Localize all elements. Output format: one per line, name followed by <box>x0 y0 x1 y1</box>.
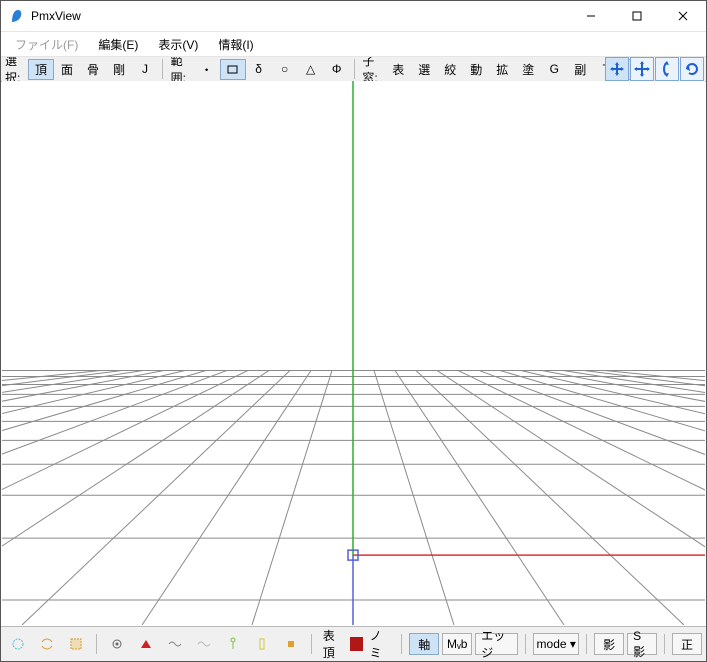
shadow-button[interactable]: 影 <box>594 633 624 655</box>
minimize-button[interactable] <box>568 1 614 31</box>
sel-joint-button[interactable]: J <box>132 59 158 80</box>
cw-paint-button[interactable]: 塗 <box>515 59 541 80</box>
range-rect-button[interactable] <box>220 59 246 80</box>
edge-button[interactable]: エッジ <box>475 633 518 655</box>
disp-3-icon[interactable] <box>63 633 89 655</box>
disp-2-icon[interactable] <box>34 633 60 655</box>
disp-bone-icon[interactable] <box>220 633 246 655</box>
range-label: 範囲: <box>167 57 194 82</box>
cw-select-button[interactable]: 選 <box>411 59 437 80</box>
menu-file[interactable]: ファイル(F) <box>5 33 88 56</box>
disp-wave2-icon[interactable] <box>191 633 217 655</box>
view-zoom-button[interactable] <box>655 57 679 81</box>
sel-face-button[interactable]: 面 <box>54 59 80 80</box>
separator <box>664 634 665 654</box>
axis-button[interactable]: 軸 <box>409 633 439 655</box>
separator <box>354 59 355 79</box>
select-label: 選択: <box>1 57 28 82</box>
disp-1-icon[interactable] <box>5 633 31 655</box>
range-delta-button[interactable]: δ <box>246 59 272 80</box>
sel-rigid-button[interactable]: 剛 <box>106 59 132 80</box>
cw-scale-button[interactable]: 拡 <box>489 59 515 80</box>
menu-info[interactable]: 情報(I) <box>208 33 263 56</box>
range-circle-button[interactable]: ○ <box>272 59 298 80</box>
childwin-label: 子窓: <box>358 57 385 82</box>
toolbar: 選択: 頂 面 骨 剛 J 範囲: ・ δ ○ △ Φ 子窓: 表 選 絞 動 … <box>1 57 706 82</box>
window-title: PmxView <box>31 9 81 23</box>
sel-bone-button[interactable]: 骨 <box>80 59 106 80</box>
bottom-toolbar: 表頂 ノミ 軸 Mᵥb エッジ mode ▾ 影 S影 正 <box>1 626 706 661</box>
range-dot-button[interactable]: ・ <box>194 59 220 80</box>
sshadow-button[interactable]: S影 <box>627 633 657 655</box>
menu-bar: ファイル(F) 編集(E) 表示(V) 情報(I) <box>1 32 706 57</box>
3d-viewport[interactable] <box>2 81 705 625</box>
cw-move-button[interactable]: 動 <box>463 59 489 80</box>
color-swatch[interactable] <box>350 637 362 651</box>
range-phi-button[interactable]: Φ <box>324 59 350 80</box>
cw-narrow-button[interactable]: 絞 <box>437 59 463 80</box>
nomi-button[interactable]: ノミ <box>366 633 395 655</box>
mvb-button[interactable]: Mᵥb <box>442 633 472 655</box>
ortho-button[interactable]: 正 <box>672 633 702 655</box>
disp-dot-icon[interactable] <box>104 633 130 655</box>
separator <box>586 634 587 654</box>
separator <box>401 634 402 654</box>
menu-view[interactable]: 表示(V) <box>148 33 208 56</box>
close-button[interactable] <box>660 1 706 31</box>
menu-edit[interactable]: 編集(E) <box>88 33 148 56</box>
view-move-button[interactable] <box>630 57 654 81</box>
view-pan-button[interactable] <box>605 57 629 81</box>
range-tri-button[interactable]: △ <box>298 59 324 80</box>
separator <box>162 59 163 79</box>
surface-vertex-button[interactable]: 表頂 <box>319 633 348 655</box>
title-bar: PmxView <box>1 1 706 32</box>
disp-joint-icon[interactable] <box>278 633 304 655</box>
disp-rigid-icon[interactable] <box>249 633 275 655</box>
sel-vertex-button[interactable]: 頂 <box>28 59 54 80</box>
mode-dropdown[interactable]: mode ▾ <box>533 633 579 655</box>
cw-g-button[interactable]: G <box>541 59 567 80</box>
separator <box>311 634 312 654</box>
maximize-button[interactable] <box>614 1 660 31</box>
disp-wave1-icon[interactable] <box>162 633 188 655</box>
separator <box>525 634 526 654</box>
separator <box>96 634 97 654</box>
view-rotate-button[interactable] <box>680 57 704 81</box>
disp-tri-icon[interactable] <box>133 633 159 655</box>
pmxview-window: { "title": "PmxView", "menus": {"file":"… <box>0 0 707 662</box>
cw-display-button[interactable]: 表 <box>385 59 411 80</box>
view-tools-panel <box>605 57 704 81</box>
cw-sub-button[interactable]: 副 <box>567 59 593 80</box>
app-icon <box>9 8 25 24</box>
